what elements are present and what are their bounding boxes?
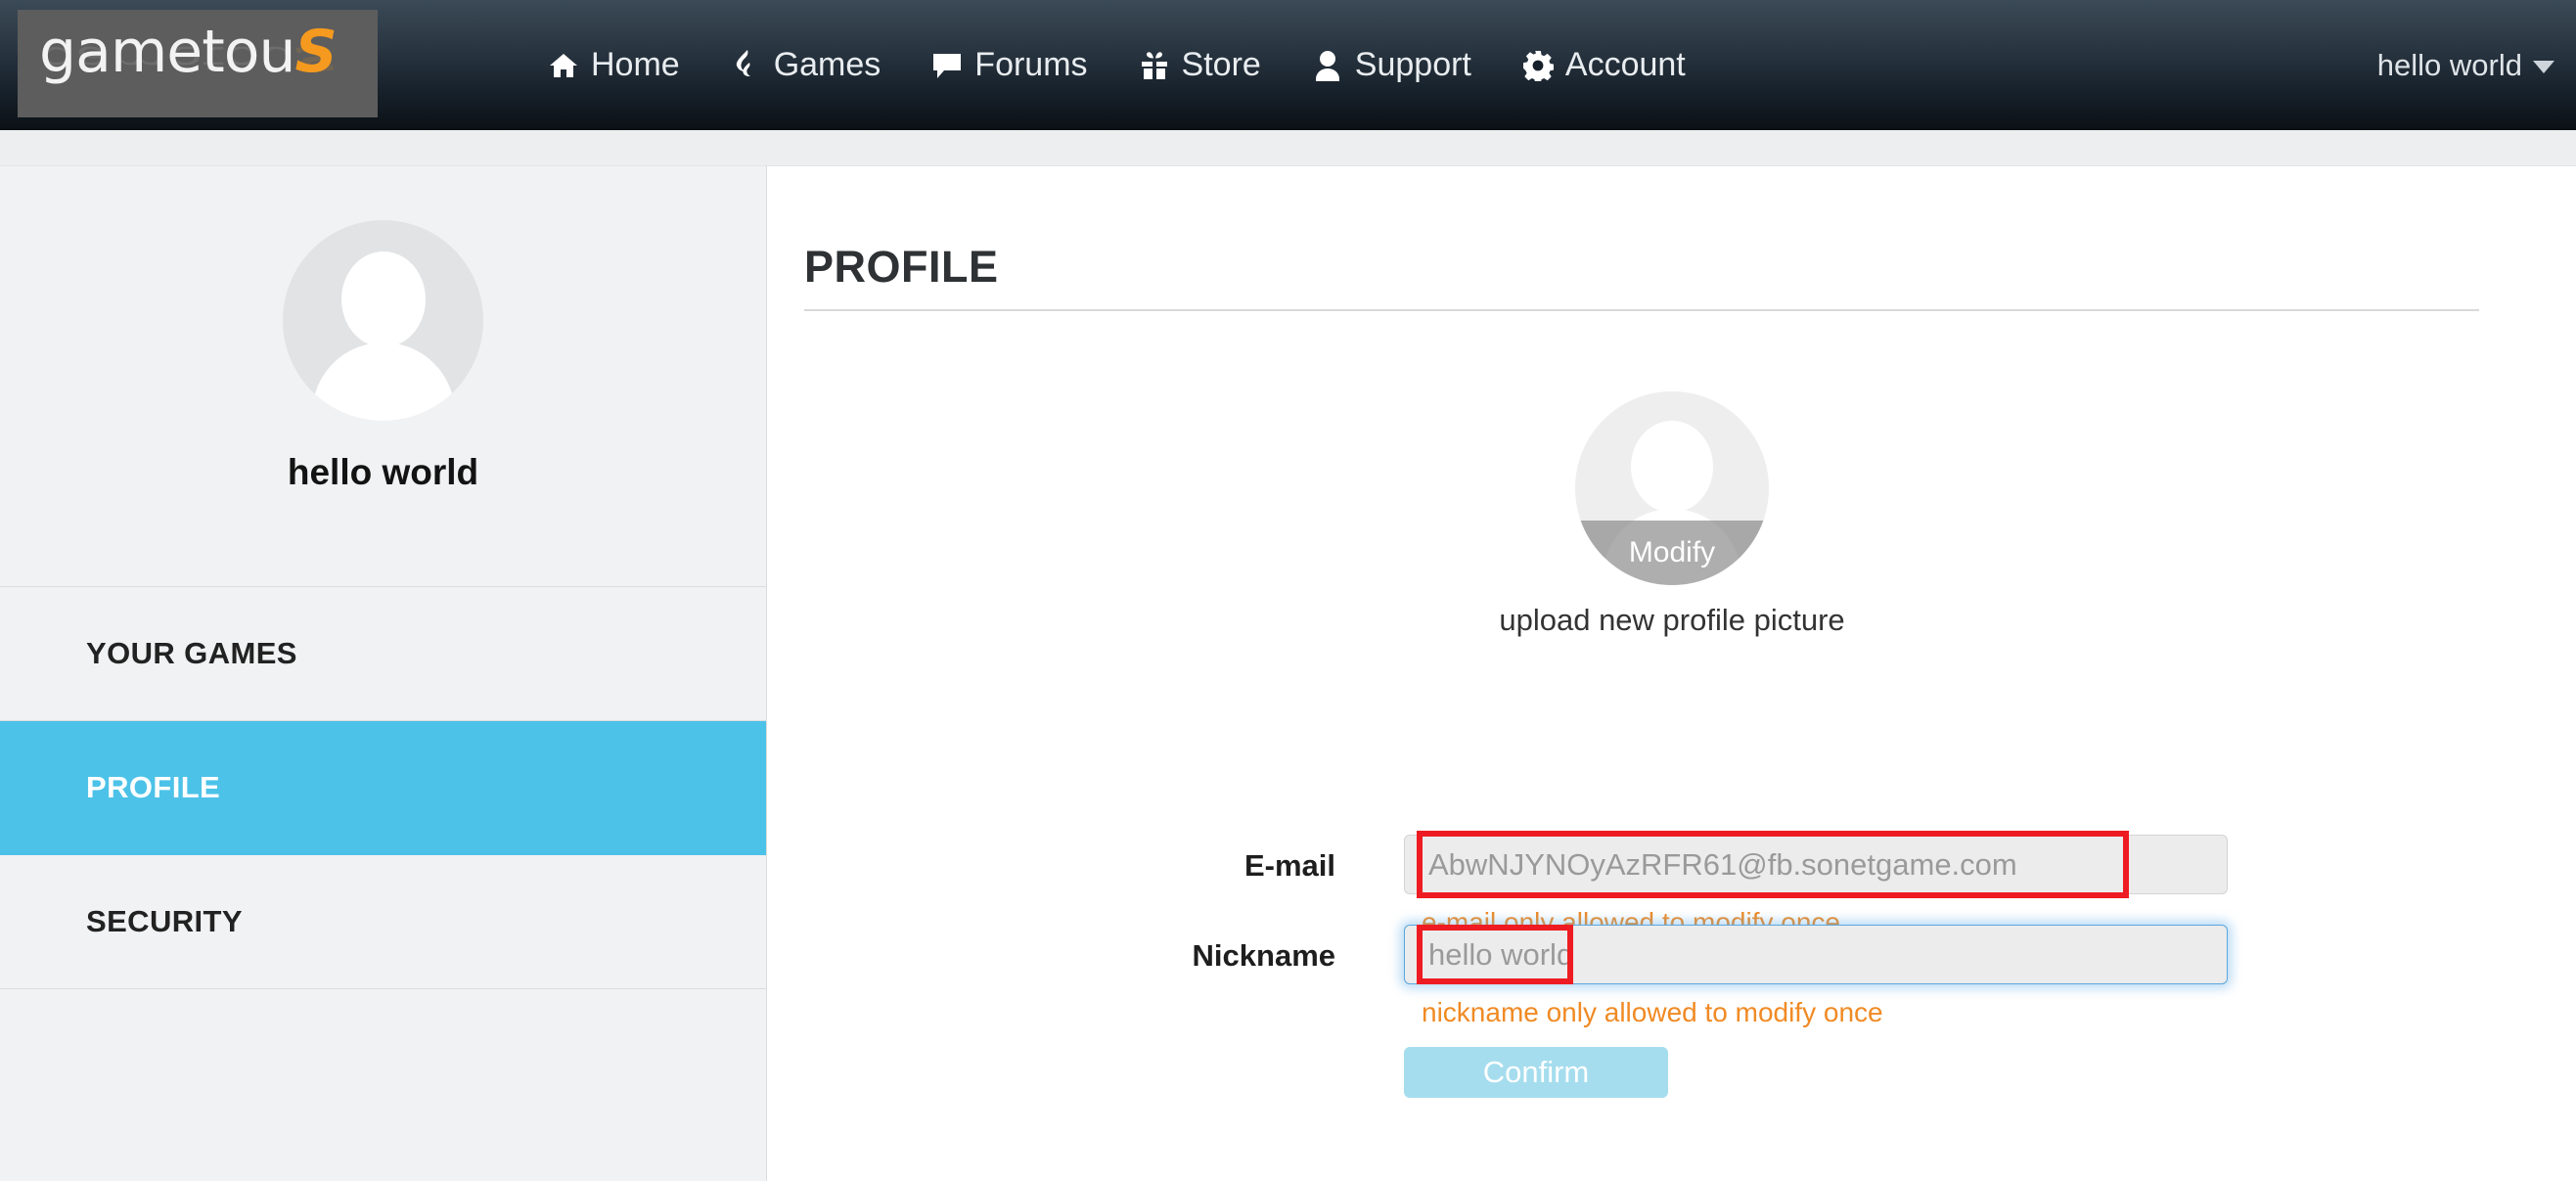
- nav-item-home[interactable]: Home: [548, 46, 680, 84]
- sidebar-item-your-games[interactable]: YOUR GAMES: [0, 587, 766, 721]
- sidebar-item-profile[interactable]: PROFILE: [0, 721, 766, 855]
- nickname-label: Nickname: [1192, 938, 1335, 973]
- main-navigation: Home Games Forums Store Support Account: [548, 0, 1686, 130]
- nav-label-account: Account: [1564, 46, 1686, 83]
- home-icon: [548, 50, 579, 81]
- sidebar-item-label: SECURITY: [86, 904, 243, 938]
- profile-form: E-mail AbwNJYNOyAzRFR61@fb.sonetgame.com…: [768, 166, 2576, 1181]
- avatar-body-shape: [311, 342, 455, 421]
- sidebar: hello world YOUR GAMES PROFILE SECURITY: [0, 166, 767, 1181]
- comment-icon: [931, 50, 963, 81]
- gear-icon: [1522, 50, 1554, 81]
- logo-swash: S: [294, 18, 337, 86]
- logo-wordmark: gametouS: [39, 18, 338, 86]
- user-icon: [1312, 50, 1343, 81]
- email-field-value: AbwNJYNOyAzRFR61@fb.sonetgame.com: [1428, 846, 2017, 882]
- chevron-down-icon: [2533, 61, 2554, 73]
- user-avatar-icon: [283, 220, 483, 421]
- gift-icon: [1139, 50, 1170, 81]
- confirm-button[interactable]: Confirm: [1404, 1047, 1668, 1098]
- sidebar-item-label: YOUR GAMES: [86, 636, 297, 670]
- nav-label-support: Support: [1354, 46, 1471, 83]
- nav-item-games[interactable]: Games: [731, 46, 881, 84]
- top-header: gametouS gametouS Home Games Forums Stor…: [0, 0, 2576, 130]
- nav-item-forums[interactable]: Forums: [931, 46, 1088, 84]
- sidebar-profile-block: hello world: [0, 166, 766, 587]
- avatar-head-shape: [340, 251, 426, 347]
- email-label: E-mail: [1243, 848, 1335, 883]
- gametous-logo[interactable]: gametouS gametouS: [18, 10, 378, 117]
- nav-label-home: Home: [591, 46, 680, 83]
- nav-label-store: Store: [1181, 46, 1261, 83]
- logo-text: gametou: [39, 18, 295, 86]
- nickname-field[interactable]: hello world: [1404, 925, 2228, 984]
- email-field[interactable]: AbwNJYNOyAzRFR61@fb.sonetgame.com: [1404, 835, 2228, 894]
- sidebar-menu: YOUR GAMES PROFILE SECURITY: [0, 587, 766, 989]
- nav-item-store[interactable]: Store: [1139, 46, 1261, 84]
- user-menu[interactable]: hello world: [2377, 0, 2554, 130]
- main-content: PROFILE Modify upload new profile pictur…: [768, 166, 2576, 1181]
- nav-item-support[interactable]: Support: [1312, 46, 1471, 84]
- flame-icon: [731, 49, 762, 81]
- user-menu-label: hello world: [2376, 47, 2522, 82]
- nav-item-account[interactable]: Account: [1522, 46, 1686, 84]
- sidebar-item-security[interactable]: SECURITY: [0, 855, 766, 989]
- sidebar-item-label: PROFILE: [86, 770, 221, 804]
- sub-header-band: [0, 130, 2576, 166]
- nav-label-games: Games: [773, 46, 881, 83]
- nickname-field-value: hello world: [1428, 936, 1574, 972]
- nav-label-forums: Forums: [974, 46, 1088, 83]
- sidebar-username: hello world: [287, 452, 479, 492]
- nickname-hint: nickname only allowed to modify once: [1422, 997, 1883, 1027]
